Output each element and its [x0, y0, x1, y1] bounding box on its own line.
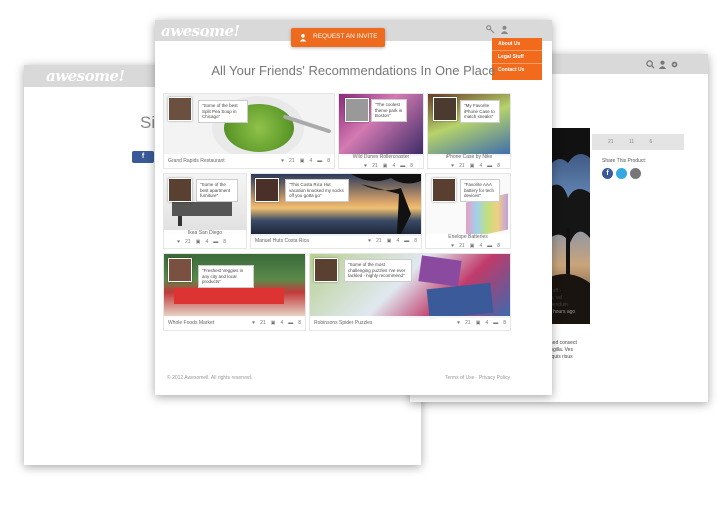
card-caption: Ikea San Diego ♥ 21 ▣ 4 ▬ 8	[164, 230, 246, 248]
comment-count: 6	[649, 139, 653, 145]
front-page: awesome! BETA REQUEST AN INVITE About Us…	[155, 20, 552, 395]
quote-bubble: "This Costa Rica Hut vacation knocked my…	[285, 179, 349, 202]
friend-avatar[interactable]	[314, 258, 338, 282]
share-twitter-icon[interactable]	[616, 168, 627, 179]
quote-bubble: "The coolest theme park in Boston"	[371, 99, 407, 122]
page-headline: All Your Friends' Recommendations In One…	[211, 63, 496, 78]
friend-avatar[interactable]	[168, 178, 192, 202]
search-icon[interactable]	[646, 60, 655, 69]
friend-avatar[interactable]	[432, 178, 456, 202]
like-count: 21	[608, 139, 614, 145]
card-caption: Manuel Huts Costa Rica ♥ 21 ▣ 4 ▬ 8	[251, 234, 421, 248]
back-left-logo[interactable]: awesome!	[46, 67, 125, 85]
quote-bubble: "Some of the best Split Pea Soup in Chic…	[198, 100, 248, 123]
friend-avatar[interactable]	[168, 97, 192, 121]
card-caption: Robinsons Spider Puzzles ♥ 21 ▣ 4 ▬ 8	[310, 316, 510, 330]
footer-links[interactable]: Terms of Use · Privacy Policy	[445, 375, 510, 381]
front-logo-beta: BETA	[205, 34, 214, 38]
rec-card-iphone-case[interactable]: "My Favorite iPhone Case to match sneaks…	[427, 93, 511, 169]
rec-card-grand-rapids[interactable]: "Some of the best Split Pea Soup in Chic…	[163, 93, 335, 169]
footer-copyright: © 2012 Awesomell. All rights reserved.	[167, 375, 253, 381]
back-left-facebook-button[interactable]: f	[132, 151, 154, 163]
key-icon[interactable]	[486, 25, 495, 34]
quote-bubble: "Some of the best apartment furniture"	[196, 179, 238, 202]
rec-card-wild-dunes[interactable]: "The coolest theme park in Boston" Wild …	[338, 93, 424, 169]
user-menu-icon[interactable]	[500, 25, 509, 34]
rec-card-puzzles[interactable]: "Some of the most challenging puzzles I'…	[309, 253, 511, 331]
user-icon	[299, 34, 307, 42]
back-right-stats-bar: 21 11 6	[592, 134, 684, 150]
card-caption: Wild Dunes Rollercoaster ♥ 21 ▣ 4 ▬ 8	[339, 154, 423, 168]
back-left-heading: Si	[140, 113, 156, 132]
gear-icon[interactable]	[670, 60, 679, 69]
friend-avatar[interactable]	[433, 97, 457, 121]
menu-item-about[interactable]: About Us	[492, 38, 542, 51]
front-logo[interactable]: awesome!	[161, 22, 240, 40]
rec-card-whole-foods[interactable]: "Freshest Veggies in any city and local …	[163, 253, 306, 331]
share-facebook-icon[interactable]: f	[602, 168, 613, 179]
user-icon[interactable]	[658, 60, 667, 69]
card-caption: Whole Foods Market ♥ 21 ▣ 4 ▬ 8	[164, 316, 305, 330]
friend-avatar[interactable]	[168, 258, 192, 282]
rec-card-batteries[interactable]: "Favorite AAA battery for tech devices" …	[425, 173, 511, 249]
quote-bubble: "Favorite AAA battery for tech devices"	[460, 179, 500, 202]
save-count: 11	[628, 139, 635, 145]
rec-card-costa-rica[interactable]: "This Costa Rica Hut vacation knocked my…	[250, 173, 422, 249]
request-invite-button[interactable]: REQUEST AN INVITE	[291, 28, 385, 47]
share-label: Share This Product:	[602, 158, 647, 164]
quote-bubble: "Some of the most challenging puzzles I'…	[344, 259, 412, 282]
card-caption: Grand Rapids Restaurant ♥ 21 ▣ 4 ▬ 8	[164, 154, 334, 168]
quote-bubble: "My Favorite iPhone Case to match sneaks…	[460, 100, 500, 123]
share-email-icon[interactable]	[630, 168, 641, 179]
friend-avatar[interactable]	[345, 98, 369, 122]
quote-bubble: "Freshest Veggies in any city and local …	[198, 265, 254, 288]
rec-card-ikea[interactable]: "Some of the best apartment furniture" I…	[163, 173, 247, 249]
card-caption: Enelope Batteries ♥ 21 ▣ 4 ▬ 8	[426, 234, 510, 248]
card-caption: iPhone Case by Nike ♥ 21 ▣ 4 ▬ 8	[428, 154, 510, 168]
friend-avatar[interactable]	[255, 178, 279, 202]
